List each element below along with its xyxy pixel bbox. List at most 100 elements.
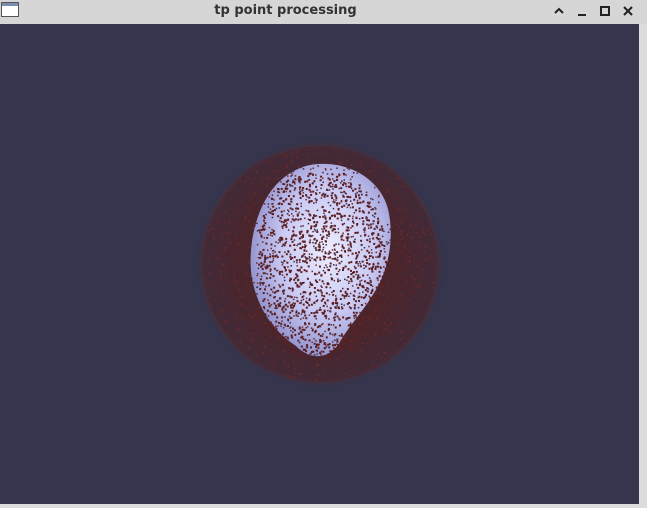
cloud-point [332, 324, 335, 326]
mesh-point [298, 258, 301, 261]
mesh-point [278, 297, 281, 300]
close-button[interactable] [620, 3, 636, 19]
mesh-point [340, 216, 343, 219]
cloud-point [268, 344, 270, 347]
cloud-point [287, 175, 289, 177]
cloud-point [357, 306, 360, 309]
mesh-point [326, 195, 329, 198]
cloud-point [269, 179, 271, 182]
cloud-point [367, 235, 370, 237]
mesh-point [266, 264, 269, 267]
cloud-point [326, 266, 328, 268]
cloud-point [339, 279, 341, 282]
cloud-point [283, 279, 286, 282]
cloud-point [374, 334, 376, 337]
cloud-point [241, 327, 243, 329]
mesh-point [269, 276, 272, 279]
mesh-point [271, 197, 274, 200]
mesh-point [335, 267, 338, 270]
mesh-point [324, 252, 327, 255]
cloud-point [364, 369, 366, 371]
cloud-point [298, 341, 301, 344]
cloud-point [371, 170, 373, 172]
cloud-point [324, 160, 326, 162]
cloud-point [330, 273, 332, 276]
cloud-point [271, 194, 274, 196]
mesh-point [303, 269, 306, 272]
scene-canvas[interactable] [0, 24, 639, 504]
mesh-point [329, 332, 332, 335]
cloud-point [402, 185, 404, 188]
cloud-point [297, 315, 299, 318]
cloud-point [342, 232, 344, 234]
mesh-point [315, 300, 318, 303]
mesh-point [317, 333, 320, 336]
cloud-point [323, 212, 325, 214]
minimize-button[interactable] [574, 3, 590, 19]
cloud-point [401, 219, 403, 222]
cloud-point [356, 152, 359, 154]
mesh-point [259, 281, 262, 284]
cloud-point [392, 237, 395, 239]
cloud-point [239, 219, 242, 222]
cloud-point [247, 348, 250, 351]
mesh-point [314, 247, 317, 250]
cloud-point [337, 270, 340, 273]
cloud-point [251, 341, 253, 343]
cloud-point [332, 178, 334, 180]
mesh-point [289, 184, 292, 187]
cloud-point [305, 327, 307, 329]
cloud-point [410, 284, 412, 286]
cloud-point [284, 300, 286, 303]
cloud-point [335, 195, 337, 197]
cloud-point [302, 192, 305, 194]
cloud-point [394, 205, 397, 207]
mesh-point [366, 239, 369, 242]
3d-viewport[interactable] [0, 24, 639, 504]
cloud-point [331, 333, 334, 336]
cloud-point [287, 360, 290, 362]
cloud-point [371, 252, 373, 254]
mesh-point [349, 324, 352, 327]
cloud-point [301, 213, 303, 216]
mesh-point [302, 235, 304, 238]
mesh-point [336, 251, 339, 254]
cloud-point [227, 203, 229, 205]
title-bar[interactable]: tp point processing [0, 0, 647, 22]
mesh-point [378, 283, 381, 286]
cloud-point [342, 182, 345, 184]
cloud-point [289, 168, 292, 171]
cloud-point [365, 168, 368, 170]
mesh-point [284, 269, 287, 271]
mesh-point [358, 295, 361, 298]
mesh-point [270, 273, 272, 276]
chevron-up-button[interactable] [551, 3, 567, 19]
cloud-point [290, 265, 292, 267]
cloud-point [213, 306, 215, 309]
mesh-point [346, 226, 349, 229]
cloud-point [271, 203, 273, 205]
mesh-point [292, 181, 295, 184]
cloud-point [279, 241, 281, 243]
mesh-point [281, 308, 284, 311]
cloud-point [229, 189, 231, 192]
mesh-point [347, 276, 350, 278]
mesh-point [333, 180, 336, 183]
cloud-point [338, 156, 340, 158]
cloud-point [428, 257, 431, 259]
mesh-point [355, 257, 358, 260]
mesh-point [299, 247, 302, 250]
cloud-point [419, 243, 421, 246]
cloud-point [352, 215, 354, 218]
mesh-point [331, 350, 334, 353]
mesh-point [323, 342, 326, 344]
mesh-point [384, 260, 387, 263]
mesh-point [371, 232, 374, 235]
mesh-point [299, 330, 302, 333]
maximize-button[interactable] [597, 3, 613, 19]
cloud-point [392, 309, 395, 311]
mesh-point [340, 187, 343, 190]
cloud-point [303, 379, 305, 381]
cloud-point [398, 180, 401, 183]
cloud-point [232, 329, 234, 331]
